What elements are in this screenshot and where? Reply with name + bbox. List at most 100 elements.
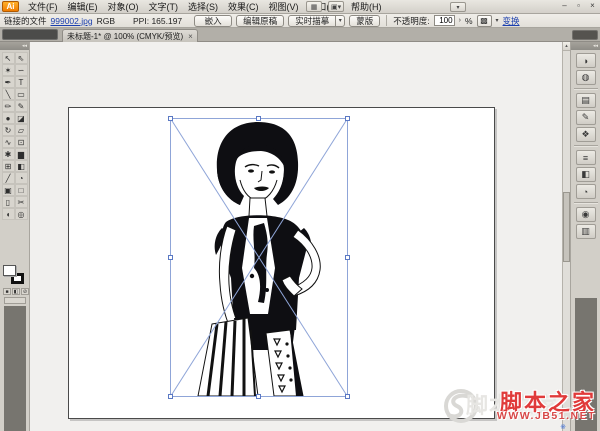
rectangle-tool[interactable]: ▭ [15,88,28,100]
arrange-documents-button[interactable]: ▦ [306,1,322,12]
selection-handle-top-right[interactable] [345,116,350,121]
fill-swatch[interactable] [3,265,16,276]
menu-item[interactable]: 文件(F) [23,0,63,13]
illustrator-window: Ai 文件(F) 编辑(E) 对象(O) 文字(T) 选择(S) 效果(C) 视… [0,0,600,431]
scrollbar-up-arrow-icon[interactable]: ▴ [563,42,570,51]
direct-selection-tool[interactable]: ⇖ [15,52,28,64]
hand-tool[interactable]: ◖ [2,208,15,220]
color-mode-label: RGB [97,16,115,26]
menu-item[interactable]: 选择(S) [183,0,223,13]
tab-close-icon[interactable]: × [188,32,193,41]
tools-panel-collapse-icon[interactable]: ◂◂ [0,42,29,50]
eraser-tool[interactable]: ◪ [15,112,28,124]
close-button[interactable]: × [587,1,598,11]
menu-item[interactable]: 效果(C) [223,0,264,13]
slice-tool[interactable]: ✂ [15,196,28,208]
embed-button[interactable]: 嵌入 [194,15,232,27]
gradient-panel-icon[interactable]: ◧ [576,167,596,182]
blob-brush-tool[interactable]: ● [2,112,15,124]
live-paint-bucket-tool[interactable]: ▣ [2,184,15,196]
dock-separator[interactable] [574,202,598,204]
symbol-sprayer-tool[interactable]: ✱ [2,148,15,160]
eyedropper-tool[interactable]: ╱ [2,172,15,184]
layers-panel-icon[interactable]: ▥ [576,224,596,239]
paintbrush-tool[interactable]: ✏ [2,100,15,112]
watermark-site-url: WWW.JB51.NET [497,410,596,422]
drawing-mode-button[interactable] [4,297,26,304]
workspace-switcher-button[interactable]: ▣▾ [328,1,344,12]
selection-handle-top-left[interactable] [168,116,173,121]
opacity-dropdown-icon[interactable]: › [459,17,461,24]
vertical-scrollbar[interactable]: ▴ [562,42,570,431]
stroke-panel-icon[interactable]: ≡ [576,150,596,165]
ai-logo-icon: Ai [2,1,19,12]
scrollbar-thumb[interactable] [563,192,570,262]
brushes-panel-icon[interactable]: ✎ [576,110,596,125]
blend-tool[interactable]: ◔ [15,172,28,184]
width-tool[interactable]: ∿ [2,136,15,148]
filename-link[interactable]: 999002.jpg [51,16,93,26]
column-graph-tool[interactable]: ▆ [15,148,28,160]
live-paint-selection-tool[interactable]: □ [15,184,28,196]
appearance-panel-icon[interactable]: ◉ [576,207,596,222]
restore-button[interactable]: ▫ [573,1,584,11]
selection-handle-bottom-right[interactable] [345,394,350,399]
gradient-button[interactable]: ◧ [12,288,20,295]
tab-bar-right-button[interactable] [572,30,598,40]
line-segment-tool[interactable]: ╲ [2,88,15,100]
color-guide-panel-icon[interactable]: ◍ [576,70,596,85]
magic-wand-tool[interactable]: ✶ [2,64,15,76]
control-bar: 链接的文件 999002.jpg RGB PPI: 165.197 嵌入 编辑原… [0,14,600,28]
transparency-panel-icon[interactable]: ◔ [576,184,596,199]
minimize-button[interactable]: – [559,1,570,11]
recolor-artwork-button[interactable]: ▩ [477,15,492,27]
selection-handle-bottom-left[interactable] [168,394,173,399]
dock-collapse-icon[interactable]: ◂◂ [571,42,600,50]
transform-link[interactable]: 变换 [503,15,520,27]
live-trace-dropdown-icon[interactable]: ▾ [336,15,345,27]
menu-item[interactable]: 文字(T) [144,0,184,13]
scale-tool[interactable]: ▱ [15,124,28,136]
symbols-panel-icon[interactable]: ❖ [576,127,596,142]
pencil-tool[interactable]: ✎ [15,100,28,112]
menu-item[interactable]: 对象(O) [103,0,144,13]
placed-image-fashion-illustration[interactable] [170,118,347,396]
recolor-dropdown-icon[interactable]: ▾ [496,17,499,24]
zoom-tool[interactable]: ◎ [15,208,28,220]
dock-separator[interactable] [574,88,598,90]
menu-item[interactable]: 视图(V) [264,0,304,13]
fill-stroke-swatches [2,264,28,286]
combo-dropdown-arrow-icon[interactable]: ▾ [450,2,466,12]
document-tab-bar: 未标题-1* @ 100% (CMYK/预览) × [0,28,600,42]
swatches-panel-icon[interactable]: ▤ [576,93,596,108]
free-transform-tool[interactable]: ⊡ [15,136,28,148]
tool-grid: ↖ ⇖ ✶ ∽ ✒ T ╲ ▭ ✏ ✎ ● ◪ [0,50,29,220]
none-button[interactable]: ⊘ [21,288,29,295]
mesh-tool[interactable]: ⊞ [2,160,15,172]
menu-item[interactable]: 编辑(E) [63,0,103,13]
artboard-tool[interactable]: ▯ [2,196,15,208]
selection-handle-bottom-center[interactable] [256,394,261,399]
rotate-tool[interactable]: ↻ [2,124,15,136]
selection-handle-top-center[interactable] [256,116,261,121]
selection-handle-middle-left[interactable] [168,255,173,260]
menu-item[interactable]: 帮助(H) [346,0,387,13]
mask-button[interactable]: 蒙版 [349,15,380,27]
gradient-tool[interactable]: ◧ [15,160,28,172]
dock-separator[interactable] [574,145,598,147]
lasso-tool[interactable]: ∽ [15,64,28,76]
pen-tool[interactable]: ✒ [2,76,15,88]
opacity-input[interactable] [434,15,455,26]
edit-original-button[interactable]: 编辑原稿 [236,15,284,27]
canvas-area[interactable]: ▴ [30,42,570,431]
document-tab[interactable]: 未标题-1* @ 100% (CMYK/预览) × [62,29,198,42]
type-tool[interactable]: T [15,76,28,88]
color-button[interactable]: ■ [3,288,11,295]
live-trace-button[interactable]: 实时描摹 [288,15,336,27]
color-panel-icon[interactable]: ◑ [576,53,596,68]
selection-tool[interactable]: ↖ [2,52,15,64]
ppi-label: PPI: 165.197 [133,16,182,26]
site-watermark: 脚本之家 脚本之家 WWW.JB51.NET ※ [438,384,600,431]
watermark-snow-mark: ※ [560,423,566,431]
selection-handle-middle-right[interactable] [345,255,350,260]
